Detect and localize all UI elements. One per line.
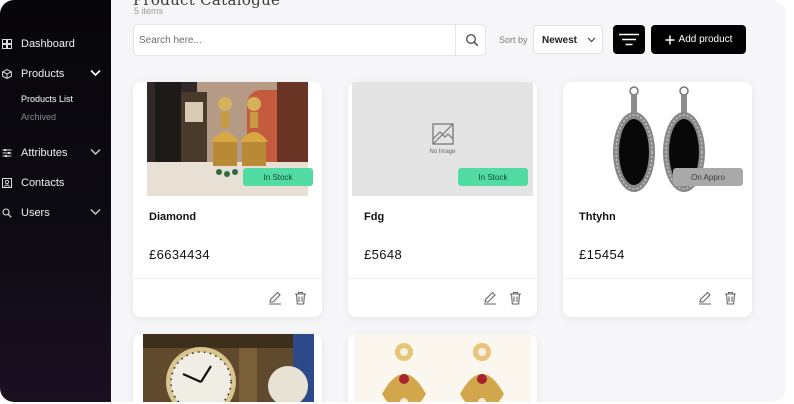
status-badge: In Stock [458, 168, 528, 186]
chevron-down-icon [587, 37, 596, 43]
filter-icon [619, 33, 639, 46]
sidebar-item-label: Attributes [21, 147, 68, 159]
sidebar: Dashboard Products Products List Archive… [0, 0, 111, 402]
sidebar-item-label: Users [21, 207, 50, 219]
sort-label: Sort by [499, 35, 528, 45]
edit-icon[interactable] [268, 291, 282, 305]
edit-icon[interactable] [698, 291, 712, 305]
product-image [143, 334, 314, 402]
chevron-down-icon [90, 209, 101, 215]
no-image-label: No Image [429, 149, 456, 155]
sidebar-item-products[interactable]: Products [0, 64, 111, 84]
add-product-button[interactable]: Add product [651, 25, 746, 54]
sort-select[interactable]: Newest [533, 25, 603, 54]
status-badge: On Appro [673, 168, 743, 186]
sidebar-item-label: Products [21, 68, 65, 80]
product-name: Diamond [149, 211, 197, 223]
card-divider [563, 278, 752, 279]
sidebar-item-label: Contacts [21, 177, 65, 189]
search-user-icon [2, 208, 12, 218]
add-product-label: Add product [678, 34, 733, 45]
product-card[interactable]: On Appro Thtyhn £15454 [563, 82, 752, 317]
product-name: Fdg [364, 211, 385, 223]
card-divider [348, 278, 537, 279]
sidebar-item-contacts[interactable]: Contacts [0, 173, 111, 193]
sidebar-item-attributes[interactable]: Attributes [0, 143, 111, 163]
edit-icon[interactable] [483, 291, 497, 305]
chevron-down-icon [90, 69, 101, 77]
plus-icon [665, 35, 675, 44]
sliders-icon [2, 149, 12, 157]
search-divider [455, 25, 456, 55]
item-count: 5 items [134, 6, 164, 16]
product-name: Thtyhn [579, 211, 616, 223]
app-frame: Dashboard Products Products List Archive… [0, 0, 786, 402]
product-price: £15454 [579, 247, 625, 262]
trash-icon[interactable] [724, 291, 737, 305]
sidebar-item-dashboard[interactable]: Dashboard [0, 34, 111, 54]
search-icon[interactable] [465, 33, 479, 47]
sort-value: Newest [542, 35, 578, 46]
dashboard-icon [2, 39, 12, 49]
product-card[interactable]: In Stock Diamond £6634434 [133, 82, 322, 317]
trash-icon[interactable] [294, 291, 307, 305]
sidebar-subitem-products-list[interactable]: Products List [21, 94, 73, 104]
product-card[interactable] [348, 334, 537, 402]
trash-icon[interactable] [509, 291, 522, 305]
sidebar-subitem-archived[interactable]: Archived [21, 112, 56, 122]
sidebar-item-label: Dashboard [21, 38, 75, 50]
sidebar-item-users[interactable]: Users [0, 203, 111, 223]
no-image-icon [432, 123, 454, 145]
product-card[interactable] [133, 334, 322, 402]
box-icon [2, 69, 12, 79]
product-card[interactable]: No Image In Stock Fdg £5648 [348, 82, 537, 317]
status-badge: In Stock [243, 168, 313, 186]
card-divider [133, 278, 322, 279]
filter-button[interactable] [613, 25, 645, 54]
product-price: £5648 [364, 247, 403, 262]
product-image [354, 334, 531, 402]
product-price: £6634434 [149, 247, 211, 262]
search-bar [133, 24, 486, 56]
search-input[interactable] [139, 25, 449, 55]
chevron-down-icon [90, 149, 101, 155]
contacts-icon [2, 178, 12, 188]
